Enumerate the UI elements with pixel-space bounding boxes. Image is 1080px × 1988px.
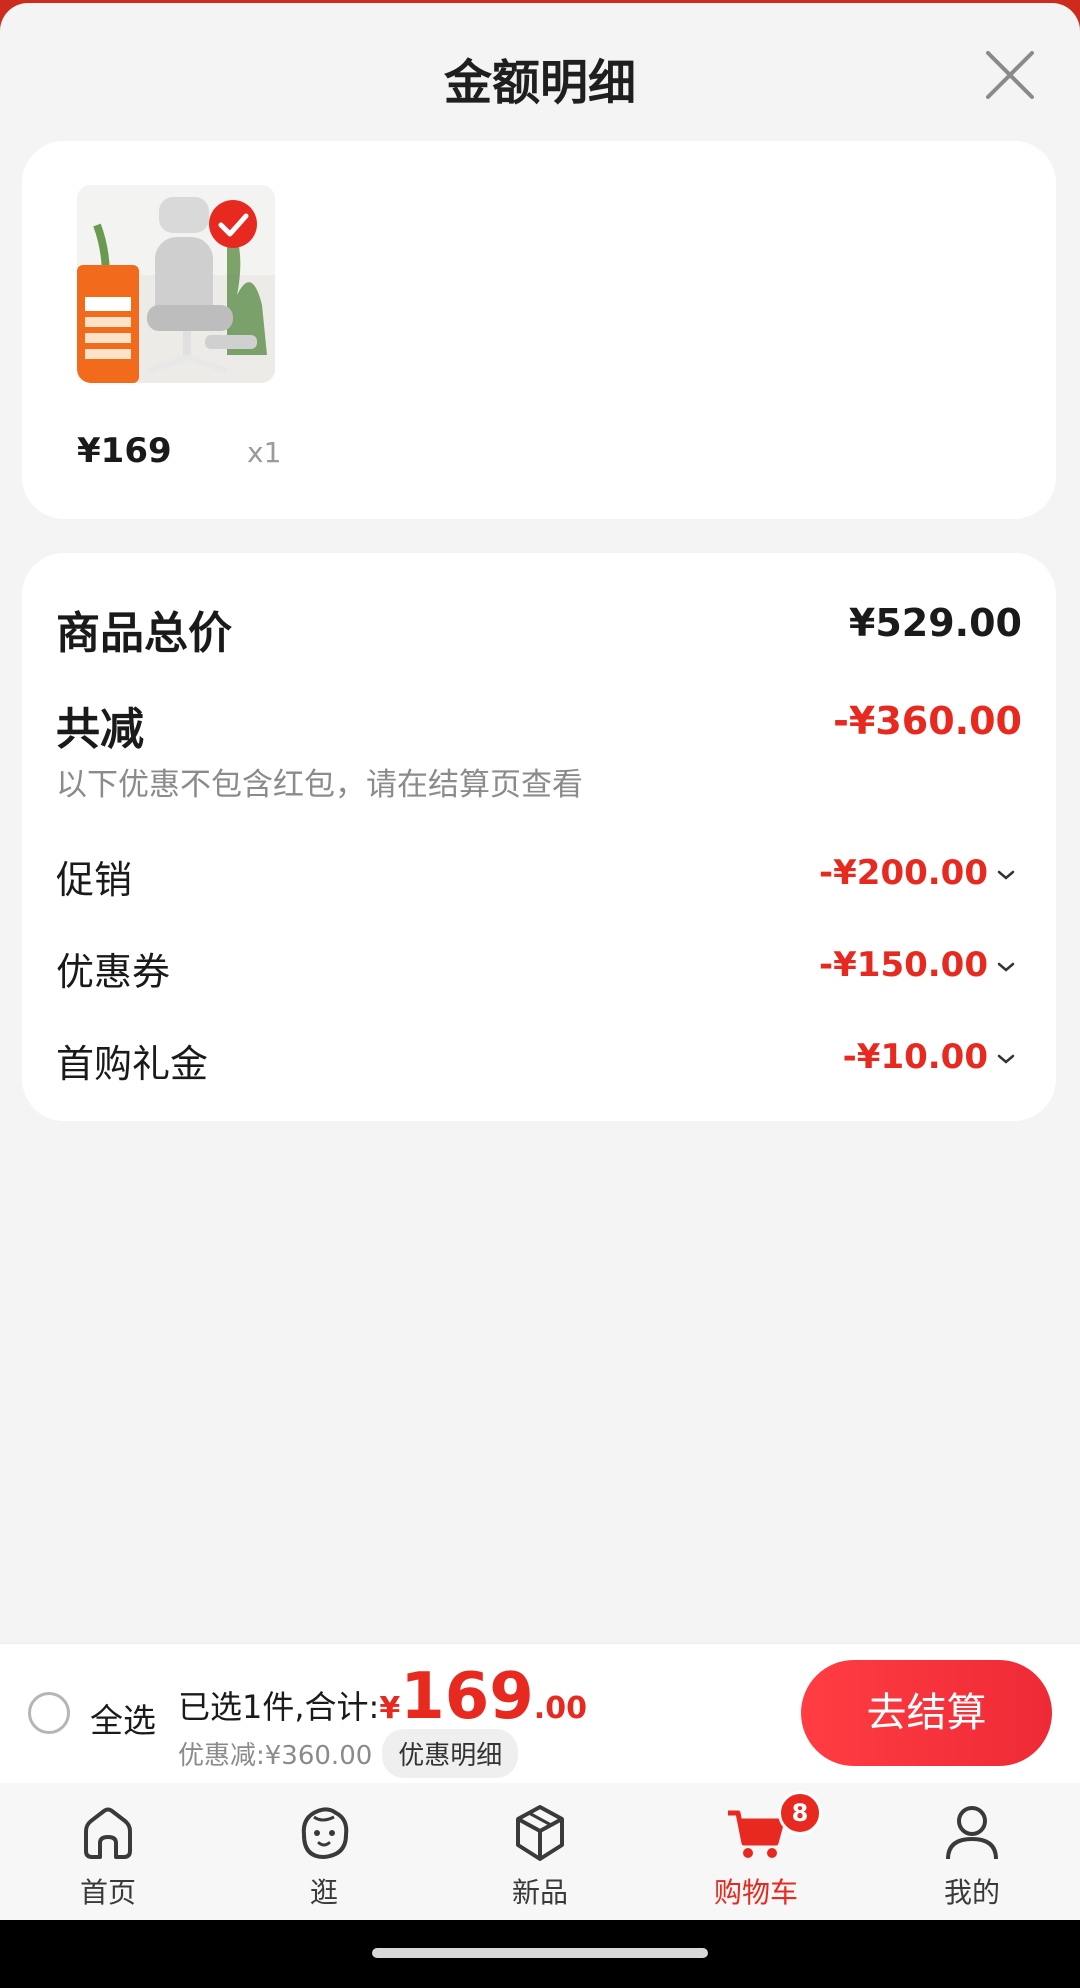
discount-amount-text: 优惠减:¥360.00 — [178, 1741, 373, 1771]
tab-profile[interactable]: 我的 — [864, 1783, 1080, 1920]
total-amount-integer: 169 — [400, 1660, 534, 1734]
discount-line: 优惠减:¥360.00 优惠明细 — [178, 1729, 519, 1778]
chevron-down-icon[interactable] — [994, 1047, 1018, 1071]
home-indicator[interactable] — [372, 1948, 708, 1958]
bottom-tab-bar: 首页 逛 新品 8 购物车 我的 — [0, 1783, 1080, 1920]
promotion-value[interactable]: -¥200.00 — [819, 853, 988, 893]
total-reduction-value: -¥360.00 — [833, 699, 1022, 743]
user-icon — [946, 1806, 998, 1860]
tab-profile-label: 我的 — [943, 1876, 1000, 1909]
checkout-bar: 全选 已选1件,合计:¥169.00 优惠减:¥360.00 优惠明细 去结算 — [0, 1643, 1080, 1784]
first-purchase-gift-value[interactable]: -¥10.00 — [843, 1037, 988, 1077]
sheet-title: 金额明细 — [443, 55, 636, 111]
tab-home[interactable]: 首页 — [0, 1783, 216, 1920]
cart-count-badge: 8 — [778, 1791, 822, 1835]
selected-count-text: 已选1件,合计: — [178, 1688, 380, 1726]
checkout-button[interactable]: 去结算 — [801, 1660, 1052, 1766]
tab-cart-label: 购物车 — [713, 1876, 798, 1909]
total-price-value: ¥529.00 — [848, 601, 1022, 645]
total-reduction-label: 共减 — [56, 704, 144, 755]
chevron-down-icon[interactable] — [994, 955, 1018, 979]
select-all-label[interactable]: 全选 — [90, 1694, 156, 1742]
currency-symbol: ¥ — [379, 1691, 401, 1726]
tab-new[interactable]: 新品 — [432, 1783, 648, 1920]
tab-cart[interactable]: 8 购物车 — [648, 1783, 864, 1920]
product-thumbnail[interactable] — [77, 185, 275, 383]
cube-icon — [516, 1805, 564, 1861]
first-purchase-gift-label: 首购礼金 — [56, 1042, 209, 1086]
discount-note: 以下优惠不包含红包，请在结算页查看 — [56, 767, 583, 803]
tab-browse[interactable]: 逛 — [216, 1783, 432, 1920]
product-card: ¥169 x1 — [22, 141, 1056, 519]
price-summary-card: 商品总价 ¥529.00 共减 -¥360.00 以下优惠不包含红包，请在结算页… — [22, 553, 1056, 1121]
close-icon[interactable] — [982, 47, 1038, 103]
home-icon — [84, 1807, 132, 1859]
total-amount-decimal: .00 — [533, 1691, 587, 1726]
selected-total-line: 已选1件,合计:¥169.00 — [178, 1660, 587, 1734]
discount-detail-button[interactable]: 优惠明细 — [382, 1729, 519, 1778]
product-quantity: x1 — [247, 436, 282, 469]
chevron-down-icon[interactable] — [994, 863, 1018, 887]
office-chair-image — [77, 185, 275, 383]
product-price: ¥169 — [77, 431, 172, 471]
tab-browse-label: 逛 — [309, 1876, 338, 1909]
promotion-label: 促销 — [56, 858, 133, 902]
tab-home-label: 首页 — [79, 1876, 136, 1909]
browse-face-icon — [301, 1807, 349, 1860]
system-nav-bar — [0, 1920, 1080, 1988]
total-price-label: 商品总价 — [56, 608, 232, 659]
coupon-value[interactable]: -¥150.00 — [819, 945, 988, 985]
tab-new-label: 新品 — [511, 1876, 568, 1909]
select-all-radio[interactable] — [28, 1692, 70, 1734]
coupon-label: 优惠券 — [56, 950, 171, 994]
